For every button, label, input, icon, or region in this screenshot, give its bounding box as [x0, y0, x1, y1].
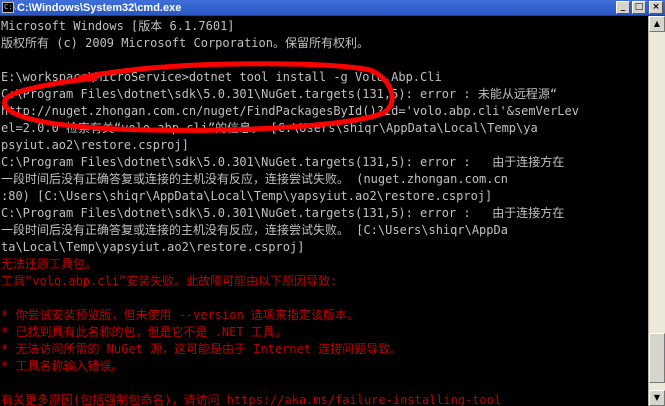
scroll-up-arrow-icon[interactable]: ▲	[649, 16, 665, 32]
console-line: :80) [C:\Users\shiqr\AppData\Local\Temp\…	[1, 189, 493, 203]
console-line: C:\Program Files\dotnet\sdk\5.0.301\NuGe…	[1, 87, 558, 101]
console-line: Microsoft Windows [版本 6.1.7601]	[1, 19, 235, 33]
minimize-button[interactable]: _	[616, 1, 630, 14]
console-line: http://nuget.zhongan.com.cn/nuget/FindPa…	[1, 104, 579, 118]
console-line: * 你尝试安装预览版，但未使用 --version 选项来指定该版本。	[1, 308, 359, 322]
console-line: 一段时间后没有正确答复或连接的主机没有反应，连接尝试失败。 (nuget.zho…	[1, 172, 508, 186]
window-title: C:\Windows\System32\cmd.exe	[17, 2, 182, 14]
scroll-down-arrow-icon[interactable]: ▼	[649, 390, 665, 406]
title-bar[interactable]: C:\ C:\Windows\System32\cmd.exe _ □ ×	[0, 0, 665, 16]
console-line: C:\Program Files\dotnet\sdk\5.0.301\NuGe…	[1, 206, 565, 220]
console-line: C:\Program Files\dotnet\sdk\5.0.301\NuGe…	[1, 155, 565, 169]
console-line: E:\workspace\MicroService>dotnet tool in…	[1, 70, 442, 84]
vertical-scrollbar[interactable]: ▲ ▼	[648, 16, 665, 406]
close-button[interactable]: ×	[649, 1, 663, 14]
console-line: 版权所有 (c) 2009 Microsoft Corporation。保留所有…	[1, 36, 369, 50]
console-line: el=2.0.0”检索有关“volo.abp.cli”的信息。 [C:\User…	[1, 121, 538, 135]
console-line: 无法还原工具包。	[1, 257, 98, 271]
maximize-button[interactable]: □	[632, 1, 646, 14]
console-line: * 工具名称输入错误。	[1, 359, 124, 373]
console-line: * 无法访问所需的 NuGet 源，这可能是由于 Internet 连接问题导致…	[1, 342, 403, 356]
scrollbar-thumb[interactable]	[649, 333, 665, 383]
console-icon[interactable]: C:\	[2, 2, 17, 13]
console-line: 有关更多原因(包括强制包命名)，请访问 https://aka.ms/failu…	[1, 393, 502, 406]
console-line: * 已找到具有此名称的包，但是它不是 .NET 工具。	[1, 325, 287, 339]
console-output[interactable]: Microsoft Windows [版本 6.1.7601] 版权所有 (c) …	[0, 16, 648, 406]
console-line: psyiut.ao2\restore.csproj]	[1, 138, 189, 152]
console-line: 一段时间后没有正确答复或连接的主机没有反应，连接尝试失败。 [C:\Users\…	[1, 223, 508, 237]
console-line: ta\Local\Temp\yapsyiut.ao2\restore.cspro…	[1, 240, 305, 254]
console-line: 工具“volo.abp.cli”安装失败。此故障可能由以下原因导致:	[1, 274, 338, 288]
